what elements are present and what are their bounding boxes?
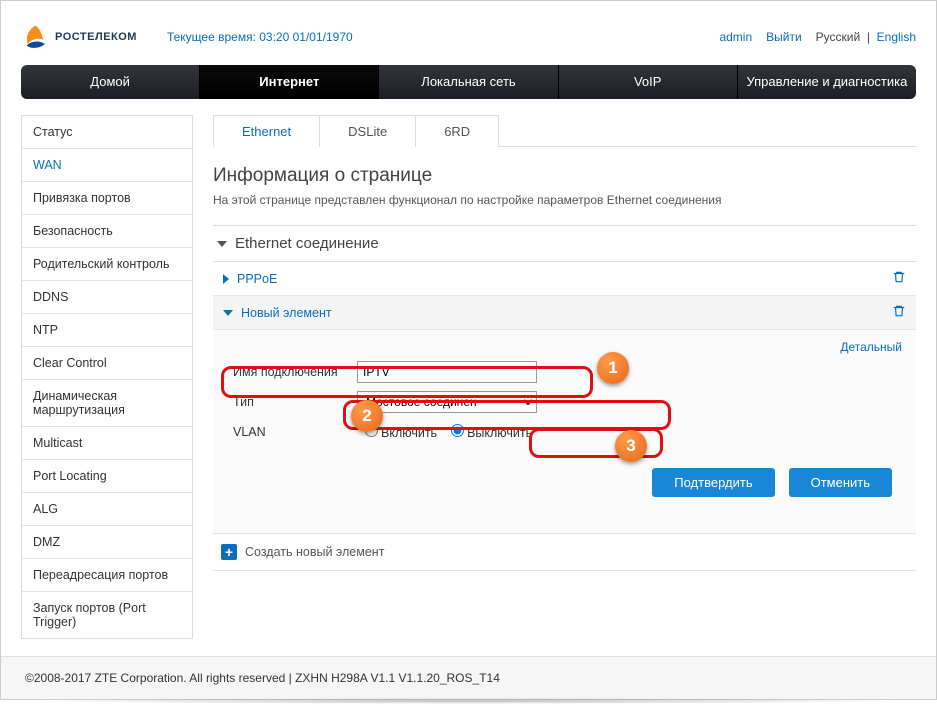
lang-switch: Русский | English	[816, 30, 916, 44]
chevron-right-icon	[223, 274, 229, 284]
sidebar-item-clear-control[interactable]: Clear Control	[22, 347, 192, 380]
section-ethernet-connection[interactable]: Ethernet соединение	[213, 225, 916, 262]
connection-pppoe[interactable]: PPPoE	[213, 262, 916, 296]
logo-text: РОСТЕЛЕКОМ	[55, 31, 137, 43]
logo-icon	[21, 23, 49, 51]
vlan-on-option[interactable]: Включить	[357, 424, 437, 440]
chevron-down-icon	[223, 310, 233, 316]
trash-icon[interactable]	[892, 304, 906, 321]
page-desc: На этой странице представлен функционал …	[213, 193, 916, 207]
sidebar-item-routing[interactable]: Динамическая маршрутизация	[22, 380, 192, 427]
detail-link[interactable]: Детальный	[227, 340, 902, 354]
lang-en[interactable]: English	[877, 30, 916, 44]
sidebar-item-parental[interactable]: Родительский контроль	[22, 248, 192, 281]
sidebar-item-security[interactable]: Безопасность	[22, 215, 192, 248]
create-new-item[interactable]: + Создать новый элемент	[213, 533, 916, 571]
sidebar-item-dmz[interactable]: DMZ	[22, 526, 192, 559]
sidebar-item-status[interactable]: Статус	[22, 116, 192, 149]
user-link[interactable]: admin	[719, 30, 752, 44]
connection-form: Детальный Имя подключения Тип Мостовое с…	[213, 330, 916, 533]
sidebar-item-multicast[interactable]: Multicast	[22, 427, 192, 460]
nav-internet[interactable]: Интернет	[200, 65, 379, 99]
nav-voip[interactable]: VoIP	[559, 65, 738, 99]
sidebar-item-port-trigger[interactable]: Запуск портов (Port Trigger)	[22, 592, 192, 638]
type-label: Тип	[227, 395, 357, 409]
plus-icon: +	[221, 544, 237, 560]
sidebar: Статус WAN Привязка портов Безопасность …	[21, 115, 193, 639]
connection-label: PPPoE	[237, 272, 277, 286]
trash-icon[interactable]	[892, 270, 906, 287]
create-label: Создать новый элемент	[245, 545, 384, 559]
sidebar-item-alg[interactable]: ALG	[22, 493, 192, 526]
connection-new[interactable]: Новый элемент	[213, 296, 916, 330]
sidebar-item-ddns[interactable]: DDNS	[22, 281, 192, 314]
vlan-off-option[interactable]: Выключить	[443, 424, 532, 440]
confirm-button[interactable]: Подтвердить	[652, 468, 774, 497]
tab-dslite[interactable]: DSLite	[319, 115, 416, 147]
logout-link[interactable]: Выйти	[766, 30, 802, 44]
section-title: Ethernet соединение	[235, 235, 379, 252]
nav-home[interactable]: Домой	[21, 65, 200, 99]
vlan-label: VLAN	[227, 425, 357, 439]
vlan-off-radio[interactable]	[451, 424, 464, 437]
sidebar-item-port-forward[interactable]: Переадресация портов	[22, 559, 192, 592]
sidebar-item-port-binding[interactable]: Привязка портов	[22, 182, 192, 215]
footer: ©2008-2017 ZTE Corporation. All rights r…	[1, 656, 936, 699]
name-label: Имя подключения	[227, 365, 357, 379]
tab-ethernet[interactable]: Ethernet	[213, 115, 320, 147]
tabs: Ethernet DSLite 6RD	[213, 115, 916, 147]
nav-lan[interactable]: Локальная сеть	[379, 65, 558, 99]
name-input[interactable]	[357, 361, 537, 383]
sidebar-item-ntp[interactable]: NTP	[22, 314, 192, 347]
type-select[interactable]: Мостовое соединен	[357, 391, 537, 413]
lang-ru: Русский	[816, 30, 861, 44]
chevron-down-icon	[217, 241, 227, 247]
sidebar-item-port-locating[interactable]: Port Locating	[22, 460, 192, 493]
current-time: Текущее время: 03:20 01/01/1970	[167, 30, 353, 44]
connection-label: Новый элемент	[241, 306, 332, 320]
nav-admin[interactable]: Управление и диагностика	[738, 65, 916, 99]
logo: РОСТЕЛЕКОМ	[21, 23, 137, 51]
page-title: Информация о странице	[213, 165, 916, 187]
sidebar-item-wan[interactable]: WAN	[22, 149, 192, 182]
vlan-on-radio[interactable]	[365, 424, 378, 437]
cancel-button[interactable]: Отменить	[789, 468, 892, 497]
main-nav: Домой Интернет Локальная сеть VoIP Управ…	[21, 65, 916, 99]
tab-6rd[interactable]: 6RD	[415, 115, 499, 147]
